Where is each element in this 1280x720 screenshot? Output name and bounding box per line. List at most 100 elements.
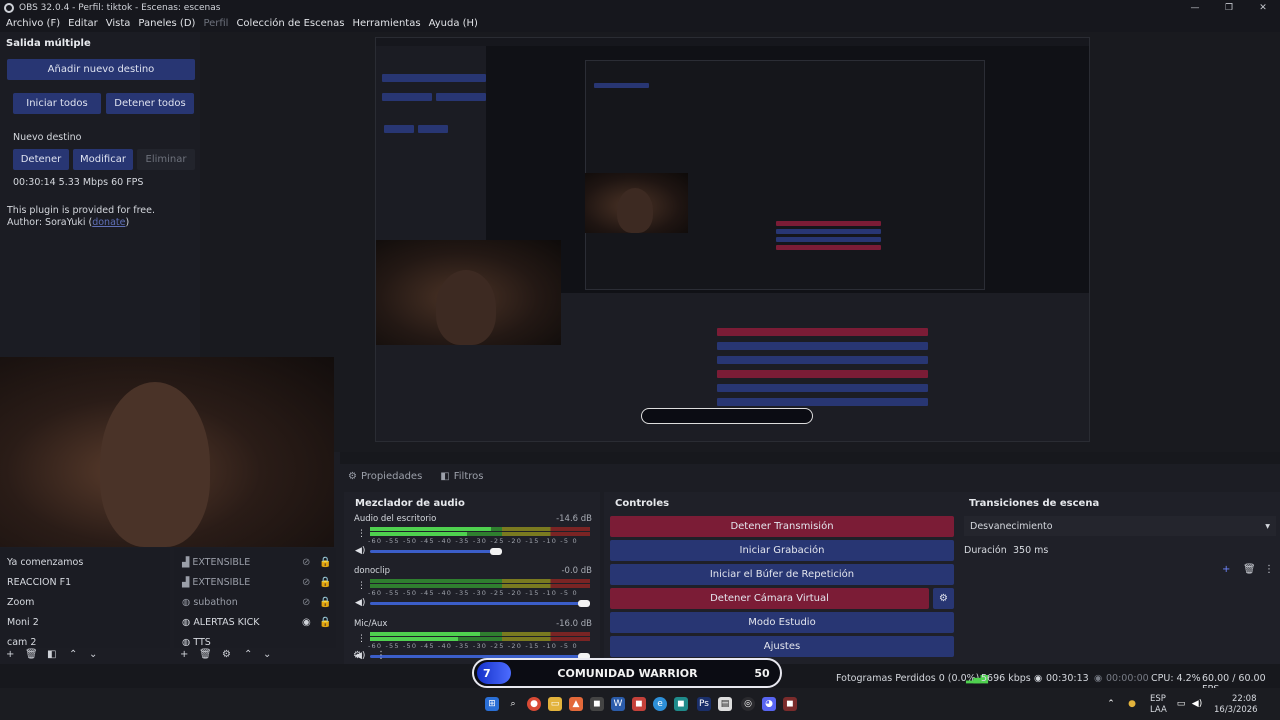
volume-slider[interactable] bbox=[370, 602, 590, 605]
app-icon[interactable]: ◼ bbox=[674, 697, 688, 711]
menu-profile[interactable]: Perfil bbox=[203, 18, 228, 29]
clock-date[interactable]: 16/3/2026 bbox=[1214, 705, 1258, 715]
mixer-advanced-icon[interactable]: ⚙ bbox=[353, 650, 362, 661]
donate-link[interactable]: donate bbox=[92, 217, 125, 228]
network-icon[interactable]: ▭ bbox=[1174, 697, 1188, 711]
remove-source-icon[interactable]: 🗑 bbox=[199, 649, 212, 660]
level-meter bbox=[370, 579, 590, 583]
start-replay-buffer-button[interactable]: Iniciar el Búfer de Repetición bbox=[610, 564, 954, 585]
photoshop-icon[interactable]: Ps bbox=[697, 697, 711, 711]
visibility-eye-icon[interactable]: ◉ bbox=[302, 617, 311, 628]
tab-filters-label: Filtros bbox=[453, 471, 484, 482]
move-scene-up-icon[interactable]: ⌃ bbox=[69, 649, 77, 660]
visibility-hidden-icon[interactable]: ⊘ bbox=[302, 577, 310, 588]
language-bottom[interactable]: LAA bbox=[1150, 705, 1167, 715]
search-icon[interactable]: ⌕ bbox=[506, 697, 520, 711]
menu-view[interactable]: Vista bbox=[106, 18, 131, 29]
menu-help[interactable]: Ayuda (H) bbox=[429, 18, 478, 29]
virtual-camera-settings-icon[interactable]: ⚙ bbox=[933, 588, 954, 609]
start-all-button[interactable]: Iniciar todos bbox=[13, 93, 101, 114]
add-scene-icon[interactable]: + bbox=[6, 649, 14, 660]
brave-icon[interactable]: ▲ bbox=[569, 697, 583, 711]
volume-icon[interactable]: ◀) bbox=[1190, 697, 1204, 711]
lock-icon[interactable]: 🔒 bbox=[319, 577, 331, 588]
remove-transition-icon[interactable]: 🗑 bbox=[1243, 564, 1256, 575]
word-icon[interactable]: W bbox=[611, 697, 625, 711]
destination-stop-button[interactable]: Detener bbox=[13, 149, 69, 170]
move-source-down-icon[interactable]: ⌄ bbox=[263, 649, 271, 660]
overlay-score: 50 bbox=[754, 666, 770, 680]
track-menu-icon[interactable]: ⋮ bbox=[357, 581, 366, 591]
add-source-icon[interactable]: + bbox=[180, 649, 188, 660]
source-item[interactable]: ▟ EXTENSIBLE bbox=[182, 577, 250, 588]
tab-properties-label: Propiedades bbox=[360, 471, 423, 482]
transition-menu-icon[interactable]: ⋮ bbox=[1264, 564, 1274, 575]
add-transition-icon[interactable]: + bbox=[1222, 564, 1230, 575]
studio-mode-button[interactable]: Modo Estudio bbox=[610, 612, 954, 633]
scene-item[interactable]: Ya comenzamos bbox=[7, 557, 83, 568]
source-properties-icon[interactable]: ⚙ bbox=[222, 649, 231, 660]
volume-slider-knob[interactable] bbox=[578, 600, 590, 607]
clock-time[interactable]: 22:08 bbox=[1232, 694, 1257, 704]
scene-item[interactable]: Moni 2 bbox=[7, 617, 39, 628]
edge-icon[interactable]: e bbox=[653, 697, 667, 711]
menu-file[interactable]: Archivo (F) bbox=[6, 18, 60, 29]
visibility-hidden-icon[interactable]: ⊘ bbox=[302, 597, 310, 608]
lock-icon[interactable]: 🔒 bbox=[319, 617, 331, 628]
minimize-button[interactable]: — bbox=[1178, 0, 1212, 15]
track-menu-icon[interactable]: ⋮ bbox=[357, 634, 366, 644]
destination-modify-button[interactable]: Modificar bbox=[73, 149, 133, 170]
duration-input[interactable]: 350 ms bbox=[1013, 545, 1048, 556]
stop-stream-button[interactable]: Detener Transmisión bbox=[610, 516, 954, 537]
visibility-hidden-icon[interactable]: ⊘ bbox=[302, 557, 310, 568]
transition-select[interactable]: Desvanecimiento ▾ bbox=[964, 516, 1276, 536]
notepad-icon[interactable]: ▤ bbox=[718, 697, 732, 711]
add-destination-button[interactable]: Añadir nuevo destino bbox=[7, 59, 195, 80]
dock-separator bbox=[340, 452, 1280, 464]
volume-slider-knob[interactable] bbox=[490, 548, 502, 555]
app-icon[interactable]: ◼ bbox=[783, 697, 797, 711]
obs-taskbar-icon[interactable]: ◎ bbox=[741, 697, 755, 711]
globe-icon: ◍ bbox=[182, 597, 194, 608]
windows-start-icon[interactable]: ⊞ bbox=[485, 697, 499, 711]
source-item[interactable]: ▟ EXTENSIBLE bbox=[182, 557, 250, 568]
scene-item[interactable]: cam 2 bbox=[7, 637, 36, 646]
move-scene-down-icon[interactable]: ⌄ bbox=[89, 649, 97, 660]
app-icon[interactable]: ◼ bbox=[632, 697, 646, 711]
speaker-icon[interactable]: ◀) bbox=[355, 546, 365, 556]
track-menu-icon[interactable]: ⋮ bbox=[357, 529, 366, 539]
mixer-menu-icon[interactable]: ⋮ bbox=[376, 650, 386, 661]
destination-remove-button[interactable]: Eliminar bbox=[137, 149, 195, 170]
menu-scene-collection[interactable]: Colección de Escenas bbox=[236, 18, 344, 29]
volume-slider[interactable] bbox=[370, 550, 502, 553]
source-item[interactable]: ◍ ALERTAS KICK bbox=[182, 617, 260, 628]
menu-tools[interactable]: Herramientas bbox=[352, 18, 420, 29]
tab-filters[interactable]: ◧ Filtros bbox=[440, 471, 483, 482]
tray-chevron-icon[interactable]: ⌃ bbox=[1104, 697, 1118, 711]
stop-all-button[interactable]: Detener todos bbox=[106, 93, 194, 114]
menu-docks[interactable]: Paneles (D) bbox=[138, 18, 195, 29]
scene-filters-icon[interactable]: ◧ bbox=[47, 649, 56, 660]
source-item[interactable]: ◍ TTS bbox=[182, 637, 211, 646]
chrome-icon[interactable]: ● bbox=[527, 697, 541, 711]
source-item[interactable]: ◍ subathon bbox=[182, 597, 238, 608]
language-top[interactable]: ESP bbox=[1150, 694, 1166, 704]
remove-scene-icon[interactable]: 🗑 bbox=[25, 649, 38, 660]
settings-button[interactable]: Ajustes bbox=[610, 636, 954, 657]
speaker-icon[interactable]: ◀) bbox=[355, 598, 365, 608]
lock-icon[interactable]: 🔒 bbox=[319, 597, 331, 608]
microphone-icon[interactable]: ● bbox=[1125, 697, 1139, 711]
scene-item[interactable]: REACCION F1 bbox=[7, 577, 71, 588]
menu-edit[interactable]: Editar bbox=[68, 18, 98, 29]
move-source-up-icon[interactable]: ⌃ bbox=[244, 649, 252, 660]
tab-properties[interactable]: ⚙ Propiedades bbox=[348, 471, 422, 482]
folder-icon[interactable]: ▭ bbox=[548, 697, 562, 711]
scene-item[interactable]: Zoom bbox=[7, 597, 34, 608]
app-icon[interactable]: ◼ bbox=[590, 697, 604, 711]
start-record-button[interactable]: Iniciar Grabación bbox=[610, 540, 954, 561]
stop-virtual-camera-button[interactable]: Detener Cámara Virtual bbox=[610, 588, 929, 609]
maximize-button[interactable]: ❐ bbox=[1212, 0, 1246, 15]
discord-icon[interactable]: ◕ bbox=[762, 697, 776, 711]
lock-icon[interactable]: 🔒 bbox=[319, 557, 331, 568]
close-button[interactable]: ✕ bbox=[1246, 0, 1280, 15]
